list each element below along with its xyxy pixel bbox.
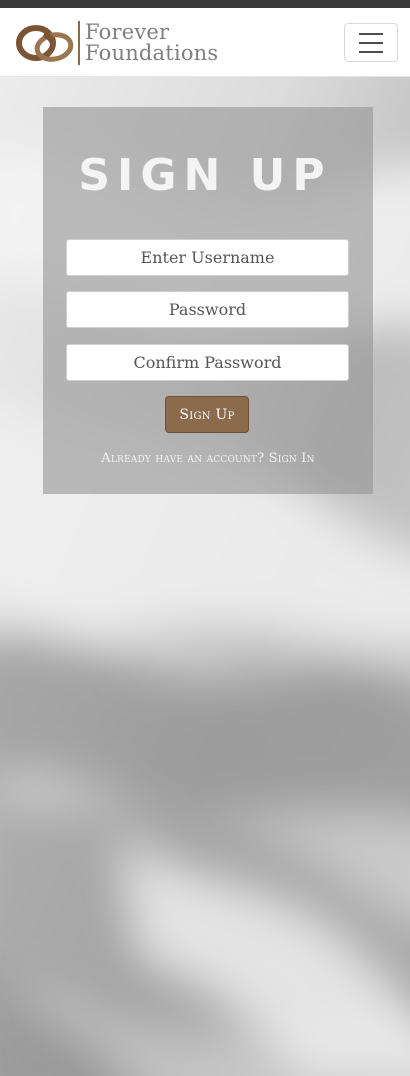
interlocked-rings-icon <box>16 25 74 62</box>
brand-line-1: Forever <box>85 20 170 44</box>
brand-link[interactable]: Forever Foundations <box>14 20 218 66</box>
hamburger-menu-icon-bar-2 <box>359 41 383 44</box>
signup-button[interactable]: Sign Up <box>165 396 249 433</box>
top-strip <box>0 0 410 8</box>
hamburger-menu-icon-bar-3 <box>359 50 383 53</box>
brand-divider <box>78 21 80 65</box>
hamburger-menu-icon <box>359 32 383 35</box>
brand-line-2: Foundations <box>85 41 219 65</box>
password-input[interactable] <box>66 291 349 328</box>
confirm-password-input[interactable] <box>66 344 349 381</box>
signin-link[interactable]: Already have an account? Sign In <box>43 451 373 466</box>
hamburger-menu-button[interactable] <box>344 23 398 62</box>
signup-title: SIGN UP <box>78 150 332 201</box>
brand-name: Forever Foundations <box>85 22 218 64</box>
navbar: Forever Foundations <box>0 8 410 77</box>
username-input[interactable] <box>66 239 349 276</box>
